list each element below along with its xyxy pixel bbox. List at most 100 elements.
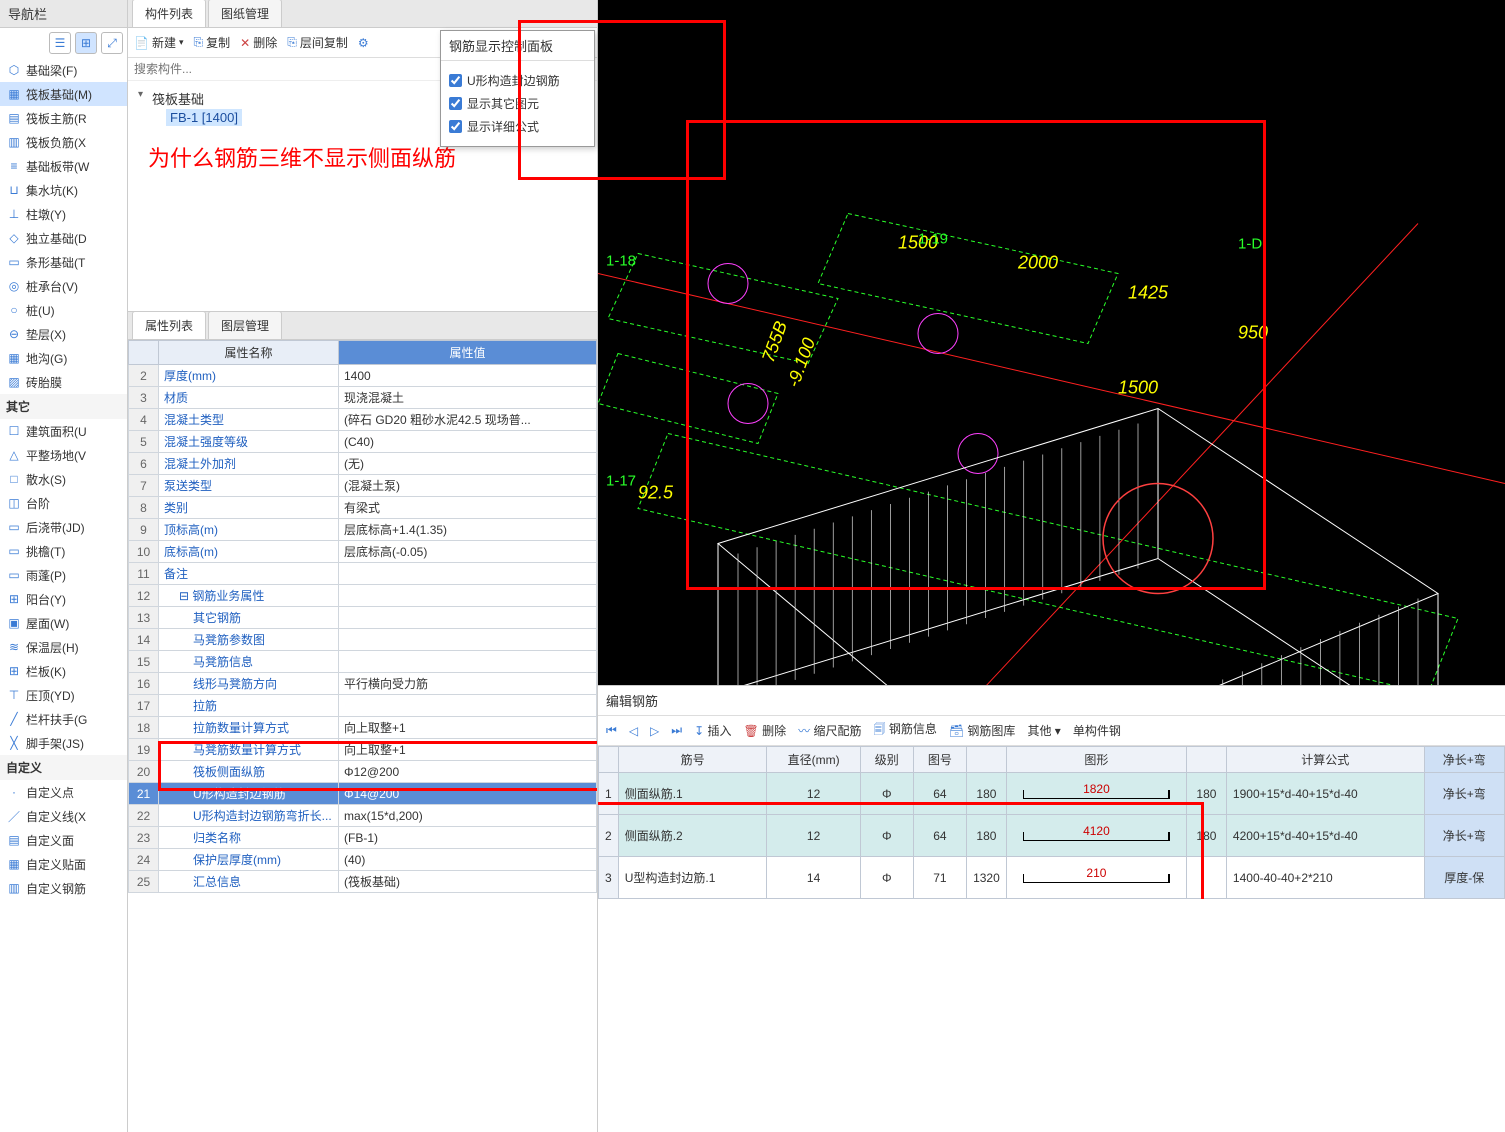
tab-component-list[interactable]: 构件列表: [132, 0, 206, 27]
nav-item[interactable]: ▤自定义面: [0, 828, 127, 852]
tb-insert[interactable]: ↧ 插入: [694, 722, 731, 739]
prop-row[interactable]: 2厚度(mm)1400: [129, 365, 597, 387]
nav-item[interactable]: ◫台阶: [0, 491, 127, 515]
nav-item-icon: ▥: [6, 134, 22, 150]
nav-item[interactable]: ▤筏板主筋(R: [0, 106, 127, 130]
nav-item-label: 台阶: [26, 495, 50, 512]
delete-button[interactable]: ✕删除: [240, 34, 277, 51]
prop-row[interactable]: 13其它钢筋: [129, 607, 597, 629]
view-expand-icon[interactable]: ⤢: [101, 32, 123, 54]
nav-item[interactable]: ▦筏板基础(M): [0, 82, 127, 106]
copy-button[interactable]: ⎘复制: [194, 34, 231, 51]
nav-item-label: 保温层(H): [26, 639, 79, 656]
tb-lib[interactable]: 🗃 钢筋图库: [949, 722, 1016, 739]
nav-item[interactable]: ▭雨蓬(P): [0, 563, 127, 587]
nav-item[interactable]: ⊖垫层(X): [0, 322, 127, 346]
prop-row[interactable]: 20筏板侧面纵筋Φ12@200: [129, 761, 597, 783]
nav-item-label: 脚手架(JS): [26, 735, 84, 752]
prop-row[interactable]: 8类别有梁式: [129, 497, 597, 519]
nav-item[interactable]: ╱栏杆扶手(G: [0, 707, 127, 731]
tb-info[interactable]: 🗐 钢筋信息: [873, 720, 936, 741]
nav-item[interactable]: ≡基础板带(W: [0, 154, 127, 178]
prop-row[interactable]: 16线形马凳筋方向平行横向受力筋: [129, 673, 597, 695]
nav-item[interactable]: ▦地沟(G): [0, 346, 127, 370]
nav-group: 其它: [0, 394, 127, 419]
nav-item[interactable]: ☐建筑面积(U: [0, 419, 127, 443]
nav-item-label: 筏板基础(M): [26, 86, 92, 103]
svg-text:1-D: 1-D: [1238, 236, 1262, 253]
nav-item[interactable]: ▭条形基础(T: [0, 250, 127, 274]
tb-other[interactable]: 其他 ▾: [1027, 722, 1060, 739]
rebar-row[interactable]: 2 侧面纵筋.212Φ64 180 4120 180 4200+15*d-40+…: [599, 815, 1505, 857]
nav-item[interactable]: ·自定义点: [0, 780, 127, 804]
opt-other-elem[interactable]: 显示其它图元: [449, 92, 586, 115]
tb-single[interactable]: 单构件钢: [1073, 722, 1121, 739]
prop-row[interactable]: 12⊟ 钢筋业务属性: [129, 585, 597, 607]
nav-item[interactable]: ╳脚手架(JS): [0, 731, 127, 755]
nav-item[interactable]: ≋保温层(H): [0, 635, 127, 659]
nav-item[interactable]: ▣屋面(W): [0, 611, 127, 635]
nav-item[interactable]: ▭挑檐(T): [0, 539, 127, 563]
nav-item[interactable]: ▭后浇带(JD): [0, 515, 127, 539]
prop-row[interactable]: 15马凳筋信息: [129, 651, 597, 673]
prop-row[interactable]: 18拉筋数量计算方式向上取整+1: [129, 717, 597, 739]
tb-scale[interactable]: 〰 缩尺配筋: [798, 722, 861, 739]
prop-row[interactable]: 10底标高(m)层底标高(-0.05): [129, 541, 597, 563]
tab-drawing-mgmt[interactable]: 图纸管理: [208, 0, 282, 27]
nav-item[interactable]: ▥自定义钢筋: [0, 876, 127, 900]
rebar-row[interactable]: 1 侧面纵筋.112Φ64 180 1820 180 1900+15*d-40+…: [599, 773, 1505, 815]
tb-delete[interactable]: 🗑 删除: [744, 722, 787, 739]
next-icon[interactable]: ▷: [650, 724, 659, 738]
nav-item[interactable]: ⊔集水坑(K): [0, 178, 127, 202]
prop-row[interactable]: 25汇总信息(筏板基础): [129, 871, 597, 893]
nav-item[interactable]: ／自定义线(X: [0, 804, 127, 828]
layer-copy-button[interactable]: ⎘层间复制: [287, 34, 348, 51]
prop-row[interactable]: 6混凝土外加剂(无): [129, 453, 597, 475]
nav-item[interactable]: ▦自定义贴面: [0, 852, 127, 876]
last-icon[interactable]: ⏭: [671, 723, 682, 738]
prop-row[interactable]: 9顶标高(m)层底标高+1.4(1.35): [129, 519, 597, 541]
opt-detail-formula[interactable]: 显示详细公式: [449, 115, 586, 138]
prop-row[interactable]: 14马凳筋参数图: [129, 629, 597, 651]
new-button[interactable]: 📄新建▾: [134, 34, 184, 51]
prop-row[interactable]: 22U形构造封边钢筋弯折长...max(15*d,200): [129, 805, 597, 827]
nav-item[interactable]: ○桩(U): [0, 298, 127, 322]
prop-row[interactable]: 5混凝土强度等级(C40): [129, 431, 597, 453]
nav-item[interactable]: □散水(S): [0, 467, 127, 491]
nav-item[interactable]: △平整场地(V: [0, 443, 127, 467]
rh-fig: 图号: [913, 747, 966, 773]
view-list-icon[interactable]: ☰: [49, 32, 71, 54]
tree-child[interactable]: FB-1 [1400]: [166, 109, 242, 126]
nav-item[interactable]: ◎桩承台(V): [0, 274, 127, 298]
prop-row[interactable]: 4混凝土类型(碎石 GD20 粗砂水泥42.5 现场普...: [129, 409, 597, 431]
nav-item-label: 条形基础(T: [26, 254, 85, 271]
nav-item[interactable]: ▨砖胎膜: [0, 370, 127, 394]
nav-item[interactable]: ⊤压顶(YD): [0, 683, 127, 707]
nav-item-label: 屋面(W): [26, 615, 69, 632]
filter-button[interactable]: ⚙: [358, 36, 369, 50]
prop-row[interactable]: 11备注: [129, 563, 597, 585]
svg-text:1500: 1500: [1118, 378, 1158, 398]
prop-row[interactable]: 21U形构造封边钢筋Φ14@200: [129, 783, 597, 805]
nav-item-label: 桩(U): [26, 302, 55, 319]
nav-item[interactable]: ⊞栏板(K): [0, 659, 127, 683]
prop-row[interactable]: 24保护层厚度(mm)(40): [129, 849, 597, 871]
nav-item[interactable]: ⊞阳台(Y): [0, 587, 127, 611]
view-grid-icon[interactable]: ⊞: [75, 32, 97, 54]
rebar-row[interactable]: 3 U型构造封边筋.114Φ71 1320 210 1400-40-40+2*2…: [599, 857, 1505, 899]
nav-item[interactable]: ▥筏板负筋(X: [0, 130, 127, 154]
prop-row[interactable]: 3材质现浇混凝土: [129, 387, 597, 409]
first-icon[interactable]: ⏮: [606, 723, 617, 738]
prop-row[interactable]: 19马凳筋数量计算方式向上取整+1: [129, 739, 597, 761]
prev-icon[interactable]: ◁: [629, 724, 638, 738]
tab-properties[interactable]: 属性列表: [132, 311, 206, 339]
nav-item[interactable]: ◇独立基础(D: [0, 226, 127, 250]
nav-item[interactable]: ⊥柱墩(Y): [0, 202, 127, 226]
opt-u-rebar[interactable]: U形构造封边钢筋: [449, 69, 586, 92]
nav-item-icon: ▨: [6, 374, 22, 390]
prop-row[interactable]: 17拉筋: [129, 695, 597, 717]
prop-row[interactable]: 7泵送类型(混凝土泵): [129, 475, 597, 497]
prop-row[interactable]: 23归类名称(FB-1): [129, 827, 597, 849]
tab-layer-mgmt[interactable]: 图层管理: [208, 311, 282, 339]
nav-item[interactable]: ⬡基础梁(F): [0, 58, 127, 82]
